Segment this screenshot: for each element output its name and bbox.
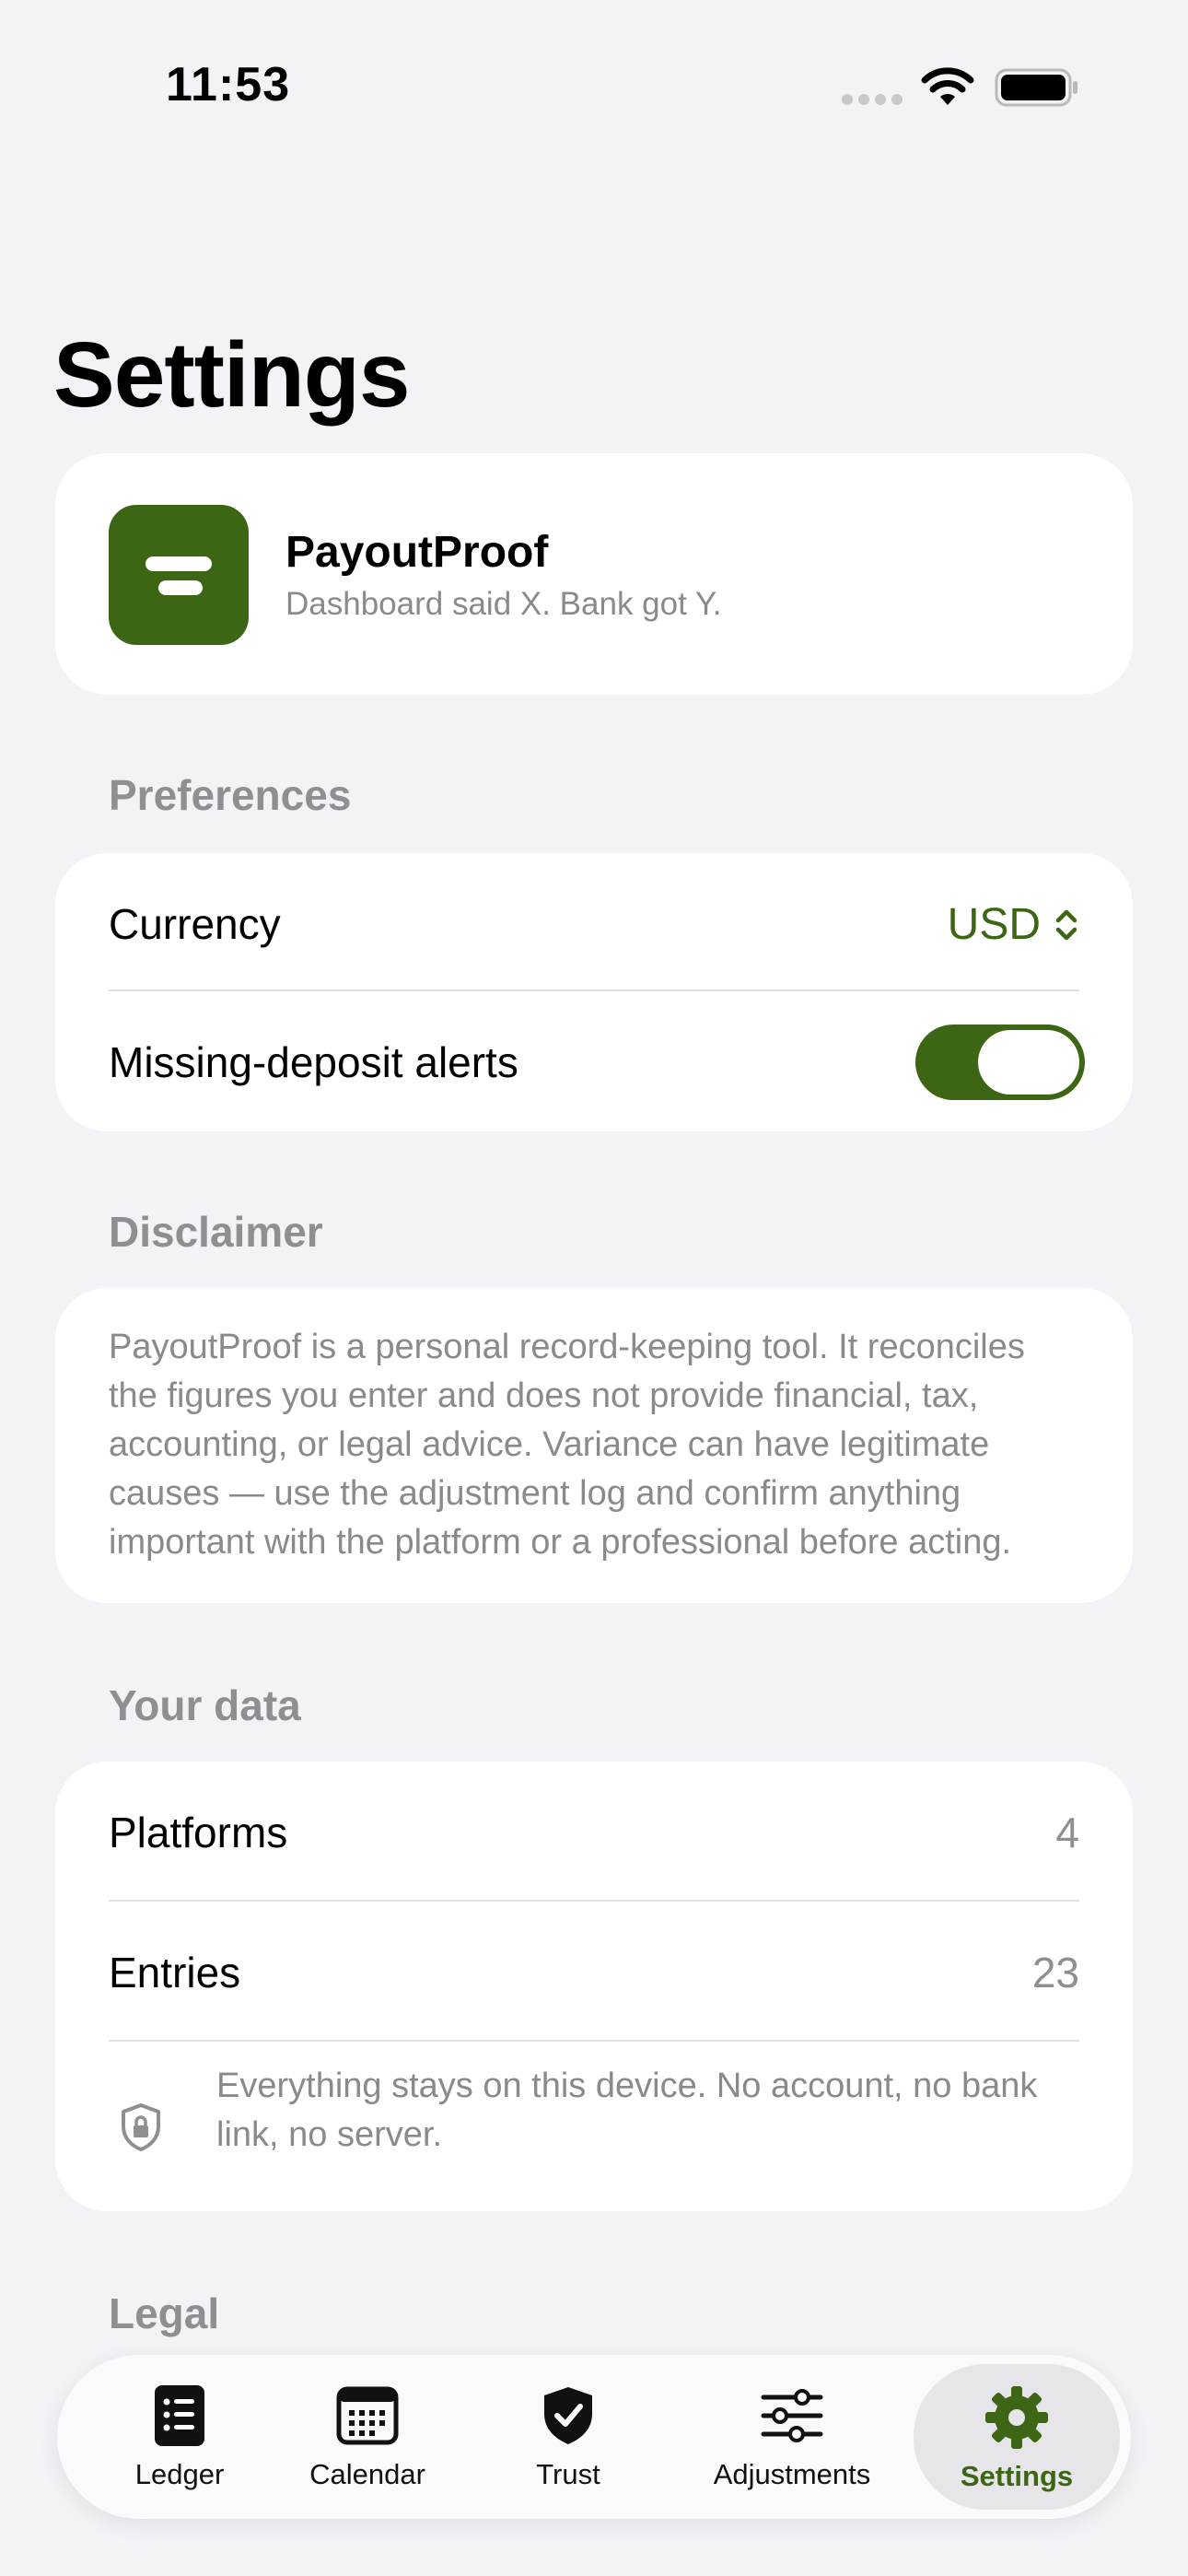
battery-icon (995, 68, 1077, 107)
platforms-count: 4 (1055, 1809, 1079, 1856)
currency-value: USD (947, 900, 1041, 949)
your-data-card: Platforms 4 Entries 23 Everything stays … (55, 1762, 1133, 2211)
divider (109, 989, 1079, 991)
sliders-icon (761, 2389, 823, 2442)
tab-ledger-label: Ledger (134, 2458, 225, 2490)
app-logo-icon (109, 505, 249, 645)
platforms-label: Platforms (109, 1809, 288, 1856)
shield-check-icon (544, 2387, 592, 2444)
tab-trust[interactable]: Trust (499, 2355, 637, 2519)
section-header-disclaimer: Disclaimer (109, 1208, 323, 1256)
currency-picker[interactable]: USD (948, 899, 1079, 950)
privacy-note-text: Everything stays on this device. No acco… (216, 2067, 1038, 2154)
tab-settings-label: Settings (960, 2460, 1074, 2492)
disclaimer-card: PayoutProof is a personal record-keeping… (55, 1288, 1133, 1603)
preferences-card: Currency USD Missing-deposit alerts (55, 853, 1133, 1131)
missing-deposit-alerts-toggle[interactable] (915, 1025, 1085, 1100)
privacy-note: Everything stays on this device. No acco… (55, 2040, 1133, 2211)
chevron-up-down-icon (1055, 909, 1077, 940)
app-tagline: Dashboard said X. Bank got Y. (285, 586, 722, 622)
section-header-preferences: Preferences (109, 771, 352, 819)
lock-shield-icon (122, 2103, 160, 2151)
tab-adjustments-label: Adjustments (713, 2458, 871, 2490)
entries-label: Entries (109, 1949, 241, 1996)
tab-settings[interactable]: Settings (914, 2364, 1120, 2510)
tab-calendar[interactable]: Calendar (298, 2355, 437, 2519)
app-info-card: PayoutProof Dashboard said X. Bank got Y… (55, 453, 1133, 695)
section-header-legal: Legal (109, 2289, 220, 2337)
disclaimer-text: PayoutProof is a personal record-keeping… (109, 1328, 1025, 1562)
cellular-signal-icon (842, 94, 903, 105)
missing-deposit-alerts-label: Missing-deposit alerts (109, 1038, 518, 1086)
tab-trust-label: Trust (536, 2458, 600, 2490)
page-title: Settings (53, 323, 410, 427)
tab-ledger[interactable]: Ledger (111, 2355, 249, 2519)
tab-bar: Ledger Calendar Trust Adjustments Settin… (57, 2355, 1131, 2519)
status-time: 11:53 (166, 58, 291, 111)
tab-calendar-label: Calendar (309, 2458, 425, 2490)
tab-adjustments[interactable]: Adjustments (700, 2355, 884, 2519)
app-name: PayoutProof (285, 528, 549, 577)
currency-row[interactable]: Currency USD (55, 853, 1133, 991)
currency-label: Currency (109, 900, 281, 948)
calendar-icon (336, 2386, 399, 2445)
divider (109, 1900, 1079, 1902)
wifi-icon (921, 67, 974, 105)
list-icon (155, 2385, 204, 2446)
gear-icon (985, 2386, 1048, 2449)
section-header-your-data: Your data (109, 1681, 301, 1729)
entries-count: 23 (1031, 1949, 1079, 1996)
